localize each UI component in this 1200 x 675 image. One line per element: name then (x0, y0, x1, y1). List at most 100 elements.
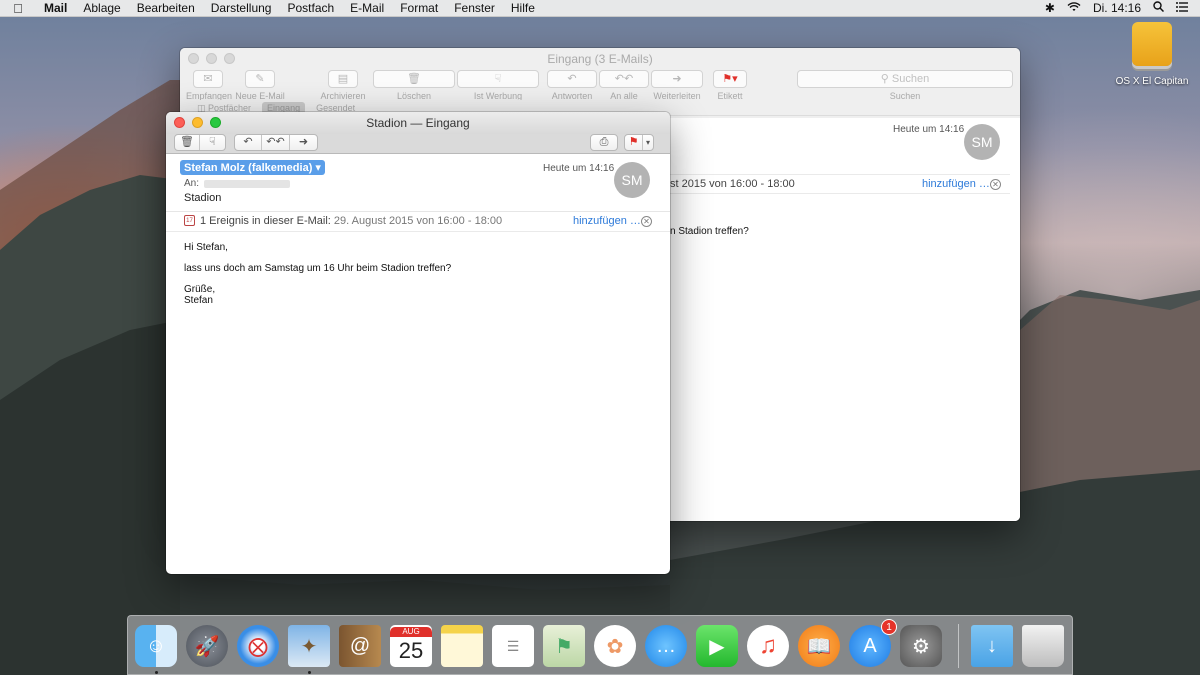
archive-tool[interactable]: ▤ Archivieren (318, 70, 368, 101)
thumbs-down-icon[interactable]: ☟ (200, 135, 225, 150)
app-store-icon[interactable]: A 1 (849, 619, 897, 667)
dock-separator (958, 624, 959, 668)
menu-clock[interactable]: Di. 14:16 (1093, 0, 1141, 17)
menu-bearbeiten[interactable]: Bearbeiten (129, 0, 203, 17)
add-event-link[interactable]: hinzufügen … (573, 215, 641, 227)
calendar-icon: 17 (184, 215, 195, 226)
trash-icon: 🗑 (373, 70, 455, 88)
message-toolbar: 🗑 ☟ ↶ ↶↶ ➜ ⎙ ⚑ ▾ (166, 134, 670, 154)
new-mail-tool[interactable]: ✎ Neue E-Mail (234, 70, 286, 101)
spotlight-search-icon[interactable] (1153, 0, 1165, 17)
launchpad-icon[interactable]: 🚀 (186, 625, 228, 667)
flag-icon: ⚑▾ (713, 70, 747, 88)
dismiss-icon[interactable]: ✕ (641, 216, 652, 227)
reply-all-icon: ↶↶ (599, 70, 649, 88)
reminders-icon[interactable]: ☰ (492, 625, 534, 667)
event-summary: 1 Ereignis in dieser E-Mail: 29. August … (200, 215, 503, 227)
notification-badge: 1 (881, 619, 897, 635)
inbox-window-title: Eingang (3 E-Mails) (547, 52, 653, 66)
minimize-button[interactable] (206, 53, 217, 64)
running-indicator (308, 671, 311, 674)
message-window-title: Stadion — Eingang (366, 116, 470, 130)
message-titlebar[interactable]: Stadion — Eingang (166, 112, 670, 134)
contacts-icon[interactable]: @ (339, 625, 381, 667)
message-header: Stefan Molz (falkemedia) ▾ An: Stadion H… (166, 154, 670, 212)
menu-fenster[interactable]: Fenster (446, 0, 503, 17)
flag-segment: ⚑ ▾ (624, 134, 654, 151)
body-greeting: Hi Stefan, (184, 242, 228, 253)
flag-tool[interactable]: ⚑▾ Etikett (710, 70, 750, 101)
reply-all-tool[interactable]: ↶↶ An alle (598, 70, 650, 101)
to-label: An: (184, 178, 200, 189)
inbox-titlebar[interactable]: Eingang (3 E-Mails) (180, 48, 1020, 70)
preview-event-bar: st 2015 von 16:00 - 18:00 hinzufügen … ✕ (670, 174, 1010, 194)
photos-icon[interactable]: ✿ (594, 625, 636, 667)
delete-junk-segment: 🗑 ☟ (174, 134, 226, 151)
reply-icon: ↶ (547, 70, 597, 88)
downloads-folder-icon[interactable]: ↓ (971, 625, 1013, 667)
get-mail-tool[interactable]: ✉ Empfangen (186, 70, 232, 101)
delete-tool[interactable]: 🗑 Löschen (372, 70, 456, 101)
drive-label: OS X El Capitan (1115, 76, 1189, 87)
wifi-icon[interactable] (1067, 0, 1081, 17)
reply-icon[interactable]: ↶ (235, 135, 262, 150)
dismiss-icon[interactable]: ✕ (990, 179, 1001, 190)
mail-message-window: Stadion — Eingang 🗑 ☟ ↶ ↶↶ ➜ ⎙ ⚑ ▾ Stefa… (166, 112, 670, 574)
junk-tool[interactable]: ☟ Ist Werbung (456, 70, 540, 101)
menu-darstellung[interactable]: Darstellung (203, 0, 280, 17)
menu-postfach[interactable]: Postfach (279, 0, 342, 17)
itunes-icon[interactable]: ♫ (747, 625, 789, 667)
notification-center-icon[interactable] (1176, 0, 1188, 17)
menu-app-mail[interactable]: Mail (36, 0, 75, 17)
flag-icon[interactable]: ⚑ (625, 135, 643, 150)
maps-icon[interactable]: ⚑ (543, 625, 585, 667)
system-preferences-icon[interactable]: ⚙ (900, 625, 942, 667)
preview-avatar: SM (964, 124, 1000, 160)
menu-ablage[interactable]: Ablage (75, 0, 128, 17)
notes-icon[interactable] (441, 625, 483, 667)
search-tool: ⚲ Suchen Suchen (796, 70, 1014, 101)
event-bar: 17 1 Ereignis in dieser E-Mail: 29. Augu… (166, 212, 670, 232)
recipient-redacted (204, 180, 290, 188)
minimize-button[interactable] (192, 117, 203, 128)
close-button[interactable] (174, 117, 185, 128)
forward-arrow-icon[interactable]: ➜ (290, 135, 317, 150)
zoom-button[interactable] (224, 53, 235, 64)
calendar-icon[interactable]: AUG 25 (390, 625, 432, 667)
menu-hilfe[interactable]: Hilfe (503, 0, 543, 17)
reply-tool[interactable]: ↶ Antworten (546, 70, 598, 101)
forward-tool[interactable]: ➜ Weiterleiten (650, 70, 704, 101)
trash-icon[interactable] (1022, 625, 1064, 667)
menu-format[interactable]: Format (392, 0, 446, 17)
menu-email[interactable]: E-Mail (342, 0, 392, 17)
close-button[interactable] (188, 53, 199, 64)
compose-icon: ✎ (245, 70, 275, 88)
messages-icon[interactable]: … (645, 625, 687, 667)
dock: ☺ 🚀 ⨂ ✦ @ AUG 25 ☰ ⚑ ✿ … ▶ ♫ 📖 A 1 ⚙ ↓ (127, 615, 1073, 675)
chevron-down-icon[interactable]: ▾ (643, 135, 653, 150)
ibooks-icon[interactable]: 📖 (798, 625, 840, 667)
preview-date: Heute um 14:16 (893, 124, 965, 135)
message-preview-pane: Heute um 14:16 SM st 2015 von 16:00 - 18… (670, 118, 1020, 521)
facetime-icon[interactable]: ▶ (696, 625, 738, 667)
preview-event-text: st 2015 von 16:00 - 18:00 (670, 178, 795, 190)
search-input[interactable]: ⚲ Suchen (797, 70, 1013, 88)
reply-all-icon[interactable]: ↶↶ (262, 135, 290, 150)
desktop-drive-icon[interactable]: OS X El Capitan (1112, 22, 1192, 87)
body-closing: Grüße, Stefan (184, 284, 216, 306)
message-date: Heute um 14:16 (543, 163, 615, 174)
preview-body-text: n Stadion treffen? (670, 226, 749, 237)
print-icon[interactable]: ⎙ (590, 134, 618, 151)
safari-icon[interactable]: ⨂ (237, 625, 279, 667)
trash-icon[interactable]: 🗑 (175, 135, 200, 150)
subject: Stadion (184, 192, 222, 204)
external-drive-icon (1132, 22, 1172, 66)
apple-menu-icon[interactable]:  (0, 1, 36, 16)
zoom-button[interactable] (210, 117, 221, 128)
finder-icon[interactable]: ☺ (135, 625, 177, 667)
forward-arrow-icon: ➜ (651, 70, 703, 88)
sender-token[interactable]: Stefan Molz (falkemedia) ▾ (180, 160, 325, 175)
bluetooth-icon[interactable]: ✱ (1045, 0, 1055, 17)
preview-add-event-link[interactable]: hinzufügen … (922, 175, 990, 193)
mail-stamp-icon[interactable]: ✦ (288, 625, 330, 667)
